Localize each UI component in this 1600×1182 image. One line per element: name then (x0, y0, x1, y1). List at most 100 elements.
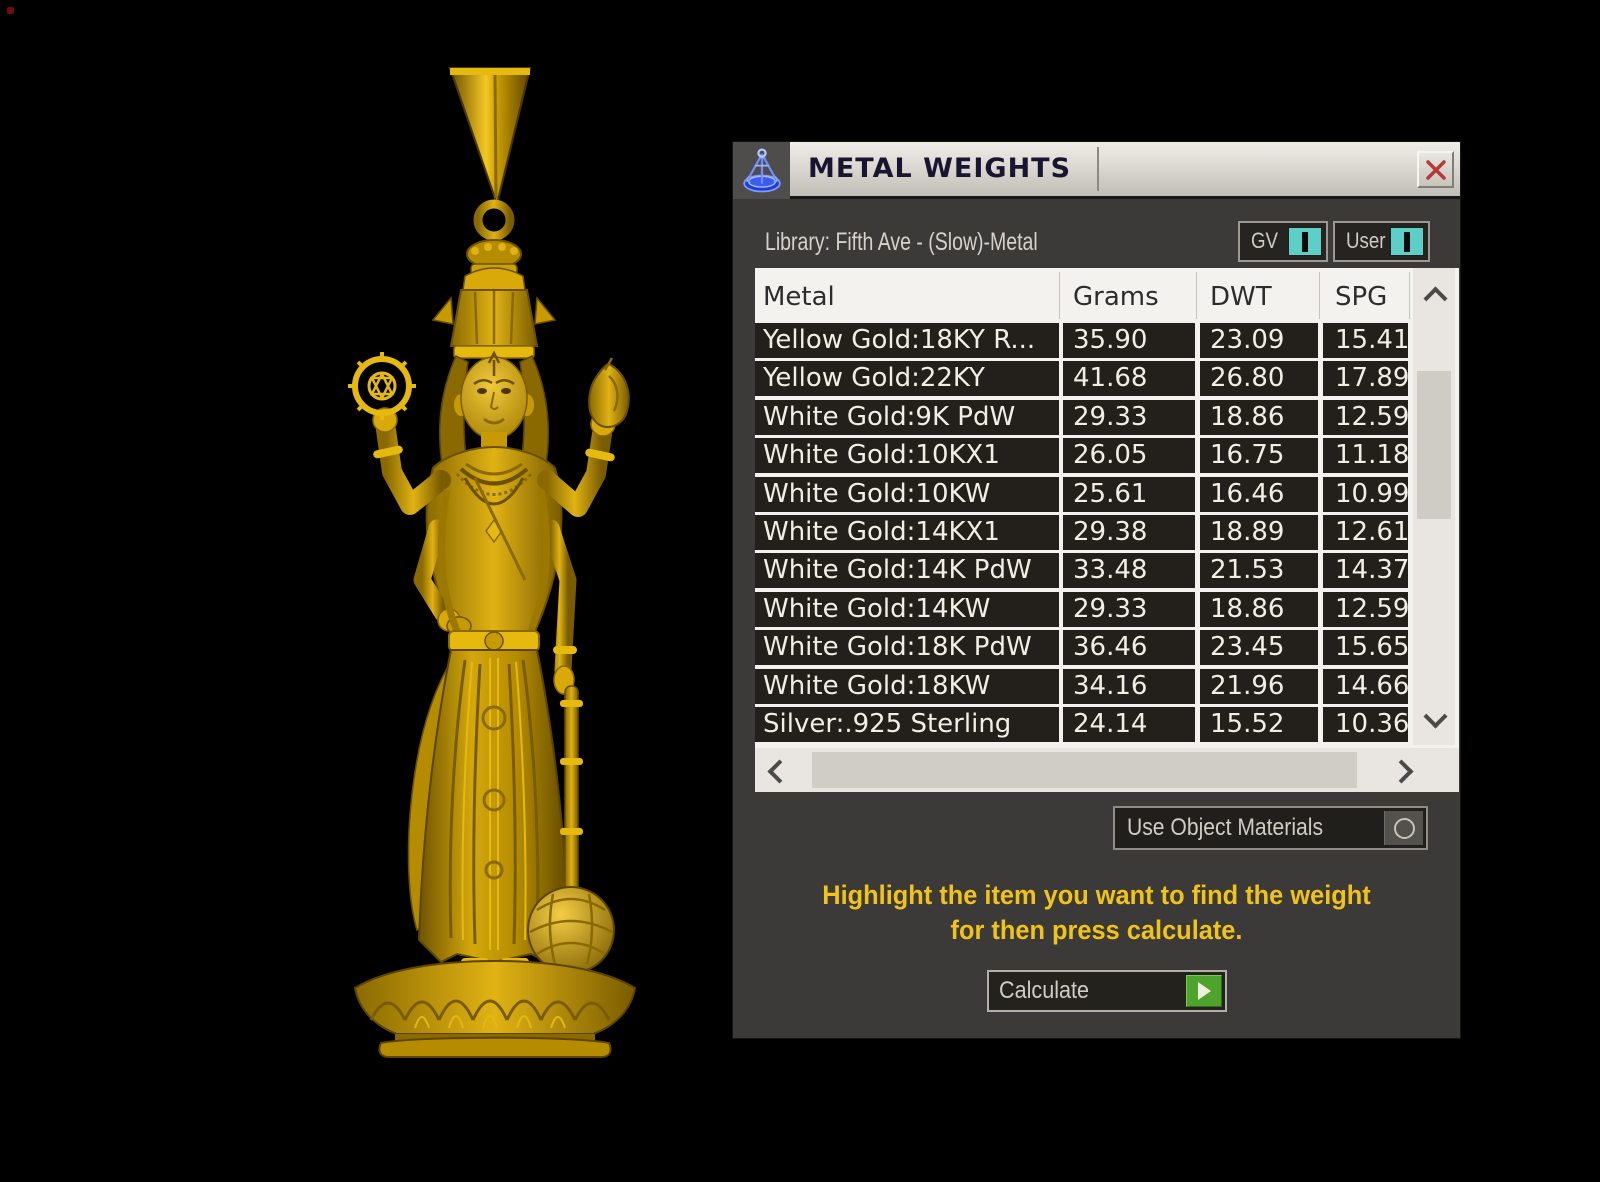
metal-table-body: Yellow Gold:18KY R...35.9023.0915.41Yell… (755, 323, 1415, 745)
balance-scale-icon (737, 146, 787, 196)
use-object-materials-label: Use Object Materials (1127, 808, 1323, 848)
table-row[interactable]: Silver:.925 Sterling24.1415.5210.36 (755, 707, 1415, 742)
play-arrow-icon (1198, 982, 1211, 1000)
column-header-spg[interactable]: SPG (1335, 268, 1387, 323)
toggle-indicator-bar (1302, 232, 1308, 252)
library-label: Library: Fifth Ave - (Slow)-Metal (765, 228, 1038, 257)
header-separator (1409, 272, 1410, 319)
use-object-materials-button[interactable]: Use Object Materials (1113, 806, 1428, 850)
table-cell: 35.90 (1063, 323, 1195, 358)
table-cell: 29.38 (1063, 515, 1195, 550)
table-row[interactable]: Yellow Gold:22KY41.6826.8017.89 (755, 361, 1415, 396)
calculate-button[interactable]: Calculate (987, 970, 1227, 1012)
header-separator (1319, 272, 1320, 319)
table-cell: 10.36 (1323, 707, 1408, 742)
chevron-up-icon[interactable] (1423, 286, 1447, 310)
table-cell: 25.61 (1063, 477, 1195, 512)
dialog-titlebar[interactable]: METAL WEIGHTS (733, 142, 1460, 199)
column-header-grams[interactable]: Grams (1073, 268, 1159, 323)
table-cell: White Gold:18K PdW (755, 630, 1059, 665)
table-cell: 10.99 (1323, 477, 1408, 512)
table-cell: Silver:.925 Sterling (755, 707, 1059, 742)
table-cell: White Gold:14KX1 (755, 515, 1059, 550)
table-row[interactable]: White Gold:18K PdW36.4623.4515.65 (755, 630, 1415, 665)
deity-crown (433, 240, 555, 358)
table-cell: 21.96 (1200, 669, 1318, 704)
table-cell: 26.80 (1200, 361, 1318, 396)
dialog-title: METAL WEIGHTS (808, 142, 1071, 196)
deity-belt (449, 631, 539, 651)
table-cell: 14.66 (1323, 669, 1408, 704)
instruction-text: Highlight the item you want to find the … (733, 878, 1460, 948)
vertical-scrollbar-thumb[interactable] (1417, 371, 1451, 519)
instruction-line: for then press calculate. (755, 913, 1438, 948)
header-separator (1196, 272, 1197, 319)
chevron-down-icon[interactable] (1423, 704, 1447, 728)
table-row[interactable]: White Gold:14KW29.3318.8612.59 (755, 592, 1415, 627)
table-cell: 12.59 (1323, 592, 1408, 627)
table-cell: 23.45 (1200, 630, 1318, 665)
titlebar-divider (1097, 147, 1099, 191)
table-cell: 26.05 (1063, 438, 1195, 473)
gv-toggle-button[interactable]: GV (1238, 221, 1328, 262)
application-window: METAL WEIGHTS Library: Fifth Ave - (Slow… (0, 0, 1600, 1182)
table-cell: White Gold:10KW (755, 477, 1059, 512)
pendant-bail (450, 68, 530, 236)
table-cell: White Gold:9K PdW (755, 400, 1059, 435)
calculate-go-box[interactable] (1186, 975, 1222, 1007)
table-cell: 18.86 (1200, 400, 1318, 435)
table-row[interactable]: White Gold:9K PdW29.3318.8612.59 (755, 400, 1415, 435)
chevron-left-icon[interactable] (767, 759, 791, 783)
gv-toggle-indicator (1288, 227, 1322, 256)
toggle-indicator-bar (1404, 232, 1410, 252)
table-cell: Yellow Gold:22KY (755, 361, 1059, 396)
vertical-scrollbar[interactable] (1413, 268, 1455, 745)
table-cell: Yellow Gold:18KY R... (755, 323, 1059, 358)
table-cell: White Gold:14K PdW (755, 553, 1059, 588)
deity-arm-conch (547, 358, 629, 507)
user-toggle-indicator (1390, 227, 1424, 256)
close-button[interactable] (1417, 151, 1454, 188)
viewport-3d[interactable] (0, 0, 720, 1182)
horizontal-scrollbar[interactable] (755, 748, 1459, 792)
column-header-dwt[interactable]: DWT (1210, 268, 1272, 323)
table-cell: 41.68 (1063, 361, 1195, 396)
metal-table: Metal Grams DWT SPG Yellow Gold:18KY R..… (755, 268, 1459, 792)
table-cell: 21.53 (1200, 553, 1318, 588)
deity-pendant-statue (325, 58, 665, 1058)
table-row[interactable]: White Gold:18KW34.1621.9614.66 (755, 669, 1415, 704)
table-cell: 18.89 (1200, 515, 1318, 550)
table-cell: 14.37 (1323, 553, 1408, 588)
horizontal-scrollbar-thumb[interactable] (812, 752, 1357, 788)
calculate-button-label: Calculate (999, 972, 1089, 1010)
close-x-icon (1425, 159, 1447, 181)
deity-arm-chakra (348, 352, 441, 505)
table-row[interactable]: White Gold:10KX126.0516.7511.18 (755, 438, 1415, 473)
table-cell: 24.14 (1063, 707, 1195, 742)
table-cell: 16.75 (1200, 438, 1318, 473)
metal-table-header: Metal Grams DWT SPG (755, 268, 1459, 323)
header-separator (1059, 272, 1060, 319)
table-cell: 23.09 (1200, 323, 1318, 358)
titlebar-icon-box (733, 142, 790, 199)
table-cell: 33.48 (1063, 553, 1195, 588)
table-row[interactable]: White Gold:10KW25.6116.4610.99 (755, 477, 1415, 512)
user-toggle-button[interactable]: User (1333, 221, 1430, 262)
table-cell: White Gold:18KW (755, 669, 1059, 704)
table-cell: 34.16 (1063, 669, 1195, 704)
table-row[interactable]: White Gold:14K PdW33.4821.5314.37 (755, 553, 1415, 588)
gv-toggle-label: GV (1251, 223, 1278, 260)
chevron-right-icon[interactable] (1389, 759, 1413, 783)
table-row[interactable]: White Gold:14KX129.3818.8912.61 (755, 515, 1415, 550)
table-cell: 12.61 (1323, 515, 1408, 550)
materials-indicator-box (1384, 811, 1423, 845)
table-row[interactable]: Yellow Gold:18KY R...35.9023.0915.41 (755, 323, 1415, 358)
table-cell: 17.89 (1323, 361, 1408, 396)
table-cell: 18.86 (1200, 592, 1318, 627)
user-toggle-label: User (1346, 223, 1385, 260)
instruction-line: Highlight the item you want to find the … (755, 878, 1438, 913)
table-cell: 36.46 (1063, 630, 1195, 665)
column-header-metal[interactable]: Metal (763, 268, 835, 323)
table-cell: White Gold:10KX1 (755, 438, 1059, 473)
table-cell: 15.41 (1323, 323, 1408, 358)
